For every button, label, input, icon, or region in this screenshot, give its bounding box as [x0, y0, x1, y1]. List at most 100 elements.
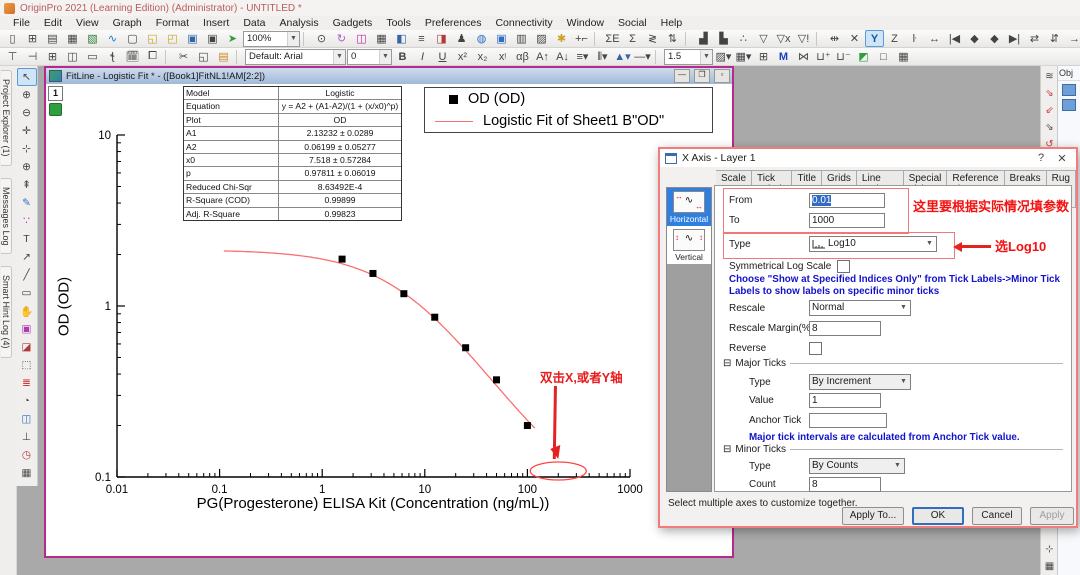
data-point[interactable]: [369, 270, 376, 277]
major-type-dropdown[interactable]: By Increment▼: [809, 374, 911, 390]
menu-item[interactable]: Window: [560, 17, 611, 29]
chevron-down-icon[interactable]: ▼: [379, 50, 391, 64]
pointer-tool-icon[interactable]: ↖: [17, 68, 37, 86]
zoom-pan-icon[interactable]: ⇹: [825, 30, 844, 47]
column-stats-icon[interactable]: ΣΕ: [603, 30, 622, 47]
rescale-margin-input[interactable]: 8: [809, 321, 881, 336]
z-button[interactable]: Z: [885, 30, 904, 47]
x-axis-dialog[interactable]: X Axis - Layer 1 ? ✕ ScaleTick LabelsTit…: [658, 147, 1078, 528]
protect-project-icon[interactable]: ⊙: [312, 30, 331, 47]
minimize-button[interactable]: —: [674, 69, 690, 83]
x-button[interactable]: ✕: [845, 30, 864, 47]
new-legend-icon[interactable]: ▭: [83, 48, 102, 65]
virtual-matrix-icon[interactable]: ▨: [532, 30, 551, 47]
menu-item[interactable]: File: [6, 17, 37, 29]
extract-graph-icon[interactable]: ◨: [432, 30, 451, 47]
sort-icon[interactable]: ≷: [643, 30, 662, 47]
reverse-checkbox[interactable]: [809, 342, 822, 355]
fill-area-icon[interactable]: ▦▾: [734, 48, 753, 65]
layout-icon[interactable]: ◧: [392, 30, 411, 47]
chevron-down-icon[interactable]: ▼: [700, 50, 712, 64]
graph-window-titlebar[interactable]: FitLine - Logistic Fit * - ([Book1]FitNL…: [46, 68, 732, 84]
rectangle-tool-icon[interactable]: ▭: [17, 284, 37, 302]
collapse-icon[interactable]: ⊟: [723, 444, 731, 455]
arrow-tool-icon[interactable]: ↗: [17, 248, 37, 266]
rainbow-style-icon[interactable]: ≣: [17, 374, 37, 392]
layer-1-badge[interactable]: 1: [48, 86, 63, 101]
screen-reader-tool-icon[interactable]: ⊹: [17, 140, 37, 158]
subsuper-button[interactable]: xᵎ: [493, 48, 512, 65]
align-menu-icon[interactable]: ≡▾: [573, 48, 592, 65]
table-icon[interactable]: ▦: [372, 30, 391, 47]
open-icon[interactable]: ◱: [143, 30, 162, 47]
annotation-tool-icon[interactable]: ⇞: [17, 176, 37, 194]
folder-icon[interactable]: [1062, 84, 1076, 96]
new-worksheet-icon[interactable]: ▤: [43, 30, 62, 47]
minor-type-dropdown[interactable]: By Counts▼: [809, 458, 905, 474]
refresh-icon[interactable]: ↻: [332, 30, 351, 47]
font-name-combo[interactable]: Default: Arial▼: [245, 49, 346, 65]
group-icon[interactable]: ⊔⁺: [814, 48, 833, 65]
save-template-icon[interactable]: ▣: [203, 30, 222, 47]
ungroup-icon[interactable]: ⊔⁻: [834, 48, 853, 65]
new-graph-icon[interactable]: ∿: [103, 30, 122, 47]
dialog-titlebar[interactable]: X Axis - Layer 1 ? ✕: [660, 149, 1076, 167]
color-menu-icon[interactable]: ▲▾: [613, 48, 632, 65]
zoom-out-tool-icon[interactable]: ⊖: [17, 104, 37, 122]
chevron-down-icon[interactable]: ▼: [891, 459, 904, 473]
data-reader-tool-icon[interactable]: ⊕: [17, 158, 37, 176]
open-excel-icon[interactable]: ◰: [163, 30, 182, 47]
worksheet-query-icon[interactable]: ▥: [512, 30, 531, 47]
new-folder-icon[interactable]: ⊞: [23, 30, 42, 47]
data-point[interactable]: [524, 422, 531, 429]
axis-tool-icon[interactable]: ⊥: [17, 428, 37, 446]
new-excel-icon[interactable]: ▧: [83, 30, 102, 47]
zigzag-left-icon[interactable]: ⇙: [1041, 102, 1059, 119]
from-input[interactable]: 0.01: [809, 193, 885, 208]
image-icon[interactable]: ▣: [492, 30, 511, 47]
paste-icon[interactable]: ▤: [214, 48, 233, 65]
data-point[interactable]: [400, 290, 407, 297]
project-explorer-icon[interactable]: ♟: [452, 30, 471, 47]
update-icon[interactable]: ⇅: [663, 30, 682, 47]
lock-icon[interactable]: [49, 103, 62, 116]
line-tool-icon[interactable]: ╱: [17, 266, 37, 284]
fit-page-icon[interactable]: ⊹: [1041, 541, 1059, 558]
zigzag-down-icon[interactable]: ⇘: [1041, 85, 1059, 102]
move-right-icon[interactable]: →: [1065, 30, 1080, 47]
dock-tab[interactable]: Smart Hint Log (4): [1, 266, 12, 358]
chevron-down-icon[interactable]: ▼: [287, 32, 299, 46]
menu-item[interactable]: Connectivity: [488, 17, 559, 29]
pattern-icon[interactable]: ▨▾: [714, 48, 733, 65]
wave-tools-icon[interactable]: ≋: [1041, 68, 1059, 85]
new-notes-icon[interactable]: ▢: [123, 30, 142, 47]
flip-icon[interactable]: ⇵: [1045, 30, 1064, 47]
add-text-icon[interactable]: ꞎ: [103, 48, 122, 65]
greek-button[interactable]: αβ: [513, 48, 532, 65]
axis-range-icon[interactable]: ↔: [925, 30, 944, 47]
column-chart-icon[interactable]: ▙: [714, 30, 733, 47]
border-menu-icon[interactable]: ⫴▾: [593, 48, 612, 65]
insert-graph-tool-icon[interactable]: ▣: [17, 320, 37, 338]
superscript-button[interactable]: x²: [453, 48, 472, 65]
dock-tab[interactable]: Project Explorer (1): [1, 70, 12, 166]
menu-item[interactable]: Insert: [196, 17, 236, 29]
scale-type-dropdown[interactable]: Log10 ▼: [809, 236, 937, 252]
zoom-level-combo[interactable]: 100%▼: [243, 31, 300, 47]
draw-data-tool-icon[interactable]: ∵: [17, 212, 37, 230]
fit-curve[interactable]: [224, 251, 535, 428]
save-project-icon[interactable]: ▣: [183, 30, 202, 47]
next-icon[interactable]: ◆: [985, 30, 1004, 47]
new-project-icon[interactable]: ▯: [3, 30, 22, 47]
font-size-combo[interactable]: 0▼: [347, 49, 392, 65]
menu-item[interactable]: Data: [236, 17, 272, 29]
y-button[interactable]: Y: [865, 30, 884, 47]
layer-contents-icon[interactable]: ◫: [63, 48, 82, 65]
filter-x-icon[interactable]: ▽x: [774, 30, 793, 47]
maximize-button[interactable]: ❐: [694, 69, 710, 83]
menu-item[interactable]: View: [69, 17, 106, 29]
matrix-tool-icon[interactable]: ▦: [17, 464, 37, 482]
copy-icon[interactable]: ◱: [194, 48, 213, 65]
collapse-icon[interactable]: ⊟: [723, 358, 731, 369]
rescale-dropdown[interactable]: Normal▼: [809, 300, 911, 316]
